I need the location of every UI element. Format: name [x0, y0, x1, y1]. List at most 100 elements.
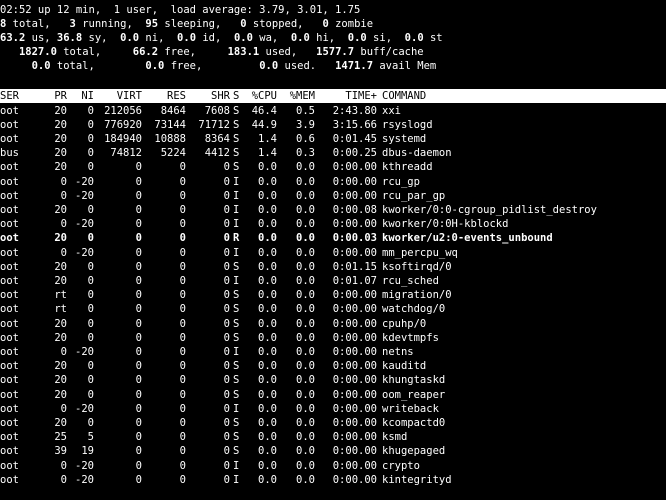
- cell-ni: 0: [87, 289, 94, 302]
- table-row[interactable]: bus 20 0 74812 5224 4412 S 1.4 0.3 0:00.25 dbus-da…: [0, 146, 666, 160]
- tasks-stopped-label: stopped,: [246, 18, 323, 30]
- cell-res: 0: [179, 360, 186, 373]
- cell-mem: 0.0: [296, 175, 315, 188]
- cell-user: oot: [0, 445, 19, 458]
- cell-ni: -20: [75, 345, 94, 358]
- col-s-header[interactable]: S: [233, 89, 243, 103]
- table-row[interactable]: oot 20 0 212056 8464 7608 S 46.4 0.5 2:43.80 xxi: [0, 104, 666, 118]
- cell-cmd: dbus-daemon: [382, 147, 452, 160]
- table-row[interactable]: oot 39 19 0 0 0 S 0.0 0.0 0:00.00 khugepaged: [0, 444, 666, 458]
- mem-free-label: free,: [158, 46, 215, 58]
- table-row[interactable]: oot 20 0 0 0 0 S 0.0 0.0 0:00.00 kdevtmpfs: [0, 331, 666, 345]
- col-cpu-header[interactable]: %CPU: [247, 89, 277, 103]
- cell-s: I: [233, 402, 240, 415]
- table-row[interactable]: oot 0 -20 0 0 0 I 0.0 0.0 0:00.00 rcu_gp: [0, 175, 666, 189]
- cell-virt: 0: [135, 232, 142, 245]
- cell-time: 0:00.00: [332, 360, 377, 373]
- cell-ni: 5: [87, 431, 94, 444]
- table-row[interactable]: oot 20 0 0 0 0 I 0.0 0.0 0:01.07 rcu_sched: [0, 274, 666, 288]
- cell-virt: 0: [135, 189, 142, 202]
- col-shr-header[interactable]: SHR: [188, 89, 230, 103]
- table-row[interactable]: oot 20 0 0 0 0 S 0.0 0.0 0:00.00 kcompactd0: [0, 416, 666, 430]
- table-row[interactable]: oot 25 5 0 0 0 S 0.0 0.0 0:00.00 ksmd: [0, 430, 666, 444]
- table-row[interactable]: oot 0 -20 0 0 0 I 0.0 0.0 0:00.00 crypto: [0, 459, 666, 473]
- table-row[interactable]: oot 20 0 184940 10888 8364 S 1.4 0.6 0:01.45 syste…: [0, 132, 666, 146]
- table-row[interactable]: oot 0 -20 0 0 0 I 0.0 0.0 0:00.00 mm_percpu_wq: [0, 246, 666, 260]
- cell-time: 0:00.00: [332, 473, 377, 486]
- cell-user: oot: [0, 289, 19, 302]
- cell-shr: 0: [223, 331, 230, 344]
- cell-s: S: [233, 132, 240, 145]
- table-row[interactable]: oot 20 0 0 0 0 S 0.0 0.0 0:01.15 ksoftirqd/0: [0, 260, 666, 274]
- cell-time: 0:01.45: [332, 132, 377, 145]
- cell-shr: 0: [223, 232, 230, 245]
- table-row[interactable]: oot 20 0 776920 73144 71712 S 44.9 3.9 3:15.66 rsy…: [0, 118, 666, 132]
- cell-cmd: rcu_par_gp: [382, 189, 446, 202]
- cell-shr: 0: [223, 317, 230, 330]
- cell-mem: 0.0: [296, 402, 315, 415]
- cell-mem: 0.5: [296, 104, 315, 117]
- cell-cmd: kdevtmpfs: [382, 331, 439, 344]
- terminal-window[interactable]: 02:52 up 12 min, 1 user, load average: 3…: [0, 0, 666, 500]
- cell-user: oot: [0, 274, 19, 287]
- cell-shr: 0: [223, 459, 230, 472]
- cell-virt: 74812: [110, 147, 142, 160]
- col-command-header[interactable]: COMMAND: [382, 89, 666, 103]
- cell-time: 0:00.00: [332, 445, 377, 458]
- cell-user: oot: [0, 331, 19, 344]
- table-row[interactable]: oot 20 0 0 0 0 S 0.0 0.0 0:00.00 kthreadd: [0, 160, 666, 174]
- table-row[interactable]: oot 0 -20 0 0 0 I 0.0 0.0 0:00.00 netns: [0, 345, 666, 359]
- cell-virt: 184940: [104, 132, 142, 145]
- table-row[interactable]: oot 20 0 0 0 0 S 0.0 0.0 0:00.00 oom_reaper: [0, 388, 666, 402]
- cell-virt: 212056: [104, 104, 142, 117]
- cell-cpu: 0.0: [258, 203, 277, 216]
- table-row[interactable]: oot 20 0 0 0 0 S 0.0 0.0 0:00.00 kauditd: [0, 359, 666, 373]
- cell-cmd: rcu_sched: [382, 274, 439, 287]
- tasks-line: 8 total, 3 running, 95 sleeping, 0 stopp…: [0, 17, 666, 31]
- cell-s: S: [233, 331, 240, 344]
- table-row[interactable]: oot rt 0 0 0 0 S 0.0 0.0 0:00.00 migration/0: [0, 288, 666, 302]
- cell-res: 0: [179, 445, 186, 458]
- table-row[interactable]: oot 0 -20 0 0 0 I 0.0 0.0 0:00.00 rcu_par_gp: [0, 189, 666, 203]
- cell-mem: 0.0: [296, 345, 315, 358]
- cell-mem: 0.0: [296, 218, 315, 231]
- table-row[interactable]: oot 0 -20 0 0 0 I 0.0 0.0 0:00.00 kworker/0:0H-kbl…: [0, 217, 666, 231]
- cell-pr: 20: [54, 374, 67, 387]
- table-row[interactable]: oot 20 0 0 0 0 R 0.0 0.0 0:00.03 kworker/u2:0-even…: [0, 231, 666, 245]
- table-row[interactable]: oot 20 0 0 0 0 I 0.0 0.0 0:00.08 kworker/0:0-cgrou…: [0, 203, 666, 217]
- cpu-st-label: st: [423, 32, 443, 44]
- col-res-header[interactable]: RES: [146, 89, 186, 103]
- cpu-si: 0.0: [347, 32, 367, 44]
- cell-res: 0: [179, 260, 186, 273]
- table-row[interactable]: oot 0 -20 0 0 0 I 0.0 0.0 0:00.00 kintegrityd: [0, 473, 666, 487]
- cell-pr: 20: [54, 118, 67, 131]
- col-virt-header[interactable]: VIRT: [98, 89, 142, 103]
- table-row[interactable]: oot rt 0 0 0 0 S 0.0 0.0 0:00.00 watchdog/0: [0, 302, 666, 316]
- cell-pr: 20: [54, 232, 67, 245]
- cell-time: 0:00.00: [332, 388, 377, 401]
- col-pr-header[interactable]: PR: [42, 89, 67, 103]
- col-time-header[interactable]: TIME+: [318, 89, 377, 103]
- cell-s: I: [233, 473, 240, 486]
- cell-time: 3:15.66: [332, 118, 377, 131]
- cpu-ni-label: ni,: [139, 32, 178, 44]
- col-mem-header[interactable]: %MEM: [281, 89, 315, 103]
- cell-user: oot: [0, 161, 19, 174]
- cell-user: oot: [0, 388, 19, 401]
- cell-s: I: [233, 189, 240, 202]
- cell-mem: 0.0: [296, 289, 315, 302]
- swap-line: 0.0 total, 0.0 free, 0.0 used. 1471.7 av…: [0, 59, 666, 73]
- table-row[interactable]: oot 20 0 0 0 0 S 0.0 0.0 0:00.00 khungtaskd: [0, 373, 666, 387]
- cell-cpu: 0.0: [258, 246, 277, 259]
- cell-pr: 0: [60, 459, 67, 472]
- col-user-header[interactable]: SER: [0, 89, 40, 103]
- cell-s: S: [233, 289, 240, 302]
- cell-ni: 0: [87, 147, 94, 160]
- cell-cmd: khugepaged: [382, 445, 446, 458]
- cell-mem: 0.3: [296, 147, 315, 160]
- cell-s: S: [233, 388, 240, 401]
- table-row[interactable]: oot 20 0 0 0 0 S 0.0 0.0 0:00.00 cpuhp/0: [0, 317, 666, 331]
- cell-s: S: [233, 104, 240, 117]
- col-ni-header[interactable]: NI: [70, 89, 94, 103]
- table-row[interactable]: oot 0 -20 0 0 0 I 0.0 0.0 0:00.00 writeback: [0, 402, 666, 416]
